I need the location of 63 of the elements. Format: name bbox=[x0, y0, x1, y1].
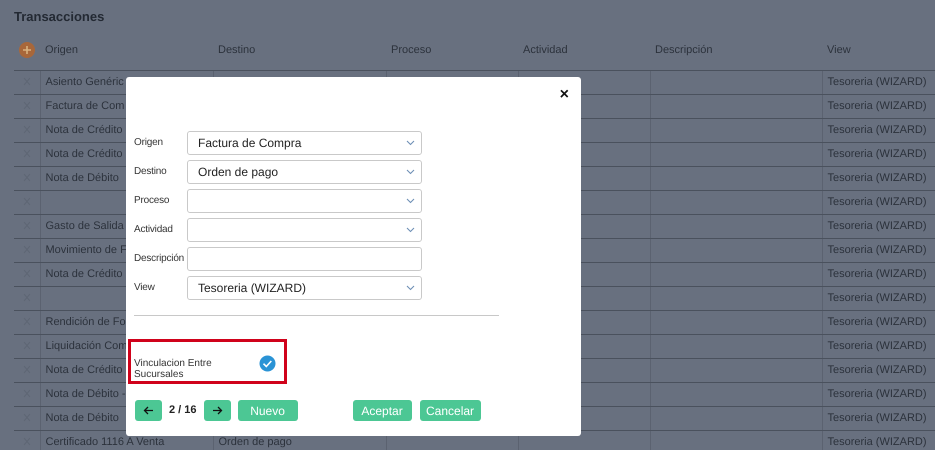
next-button[interactable] bbox=[204, 400, 231, 421]
table-cell: Tesoreria (WIZARD) bbox=[828, 100, 927, 112]
table-cell: Factura de Com bbox=[46, 100, 124, 112]
table-cell: Nota de Crédito bbox=[46, 364, 123, 376]
page-counter: 2 / 16 bbox=[169, 403, 197, 418]
select-field[interactable]: Tesoreria (WIZARD) bbox=[187, 276, 422, 300]
table-cell: Tesoreria (WIZARD) bbox=[828, 172, 927, 184]
field-label: Origen bbox=[134, 136, 164, 150]
table-cell: Tesoreria (WIZARD) bbox=[828, 364, 927, 376]
select-field[interactable] bbox=[187, 218, 422, 242]
column-header: Origen bbox=[45, 44, 78, 56]
table-cell: Tesoreria (WIZARD) bbox=[828, 412, 927, 424]
table-cell: Tesoreria (WIZARD) bbox=[828, 292, 927, 304]
close-button[interactable]: × bbox=[560, 87, 569, 103]
table-cell: Tesoreria (WIZARD) bbox=[828, 220, 927, 232]
table-cell: Movimiento de F bbox=[46, 244, 127, 256]
table-cell: Tesoreria (WIZARD) bbox=[828, 388, 927, 400]
chevron-icon bbox=[406, 226, 415, 232]
column-header: Proceso bbox=[391, 44, 432, 56]
chevron-icon bbox=[406, 198, 415, 204]
table-cell: Nota de Crédito bbox=[46, 148, 123, 160]
column-header: View bbox=[827, 44, 851, 56]
table-cell: Nota de Crédito bbox=[46, 124, 123, 136]
checkbox-label: Vinculacion Entre Sucursales bbox=[134, 358, 213, 380]
table-cell: Tesoreria (WIZARD) bbox=[828, 76, 927, 88]
column-header: Destino bbox=[218, 44, 256, 56]
select-field[interactable]: Orden de pago bbox=[187, 160, 422, 184]
table-cell: Nota de Débito bbox=[46, 172, 119, 184]
chevron-icon bbox=[406, 168, 415, 174]
table-cell: Asiento Genéric bbox=[46, 76, 124, 88]
table-cell: Tesoreria (WIZARD) bbox=[828, 316, 927, 328]
table-cell: Tesoreria (WIZARD) bbox=[828, 436, 927, 448]
field-label: Proceso bbox=[134, 194, 170, 208]
chevron-icon bbox=[406, 140, 415, 146]
chevron-icon bbox=[406, 284, 415, 290]
table-cell: Nota de Débito bbox=[46, 412, 119, 424]
add-icon[interactable] bbox=[19, 42, 35, 58]
table-cell: Rendición de Fo bbox=[46, 316, 126, 328]
field-label: Descripción bbox=[134, 252, 186, 266]
previous-button[interactable] bbox=[135, 400, 162, 421]
table-cell: Tesoreria (WIZARD) bbox=[828, 196, 927, 208]
table-cell: Tesoreria (WIZARD) bbox=[828, 148, 927, 160]
table-cell: Nota de Débito - bbox=[46, 388, 126, 400]
column-header: Descripción bbox=[655, 44, 712, 56]
table-cell: Certificado 1116 A Venta bbox=[46, 436, 164, 448]
table-cell: Tesoreria (WIZARD) bbox=[828, 244, 927, 256]
right-arrow-icon bbox=[212, 406, 223, 415]
table-cell: Tesoreria (WIZARD) bbox=[828, 268, 927, 280]
table-cell: Orden de pago bbox=[218, 436, 292, 448]
table-cell: Tesoreria (WIZARD) bbox=[828, 340, 927, 352]
checkbox[interactable] bbox=[259, 355, 276, 372]
left-arrow-icon bbox=[143, 406, 154, 415]
select-field[interactable]: Factura de Compra bbox=[187, 130, 422, 154]
page-title: Transacciones bbox=[13, 8, 106, 26]
table-cell: Tesoreria (WIZARD) bbox=[828, 124, 927, 136]
field-label: Actividad bbox=[134, 223, 174, 237]
select-field[interactable] bbox=[187, 188, 422, 212]
table-cell: Nota de Crédito bbox=[46, 268, 123, 280]
field-label: View bbox=[134, 281, 156, 295]
field-label: Destino bbox=[134, 165, 168, 179]
input-field[interactable] bbox=[187, 246, 422, 270]
table-cell: Gasto de Salida bbox=[46, 220, 124, 232]
column-header: Actividad bbox=[523, 44, 568, 56]
